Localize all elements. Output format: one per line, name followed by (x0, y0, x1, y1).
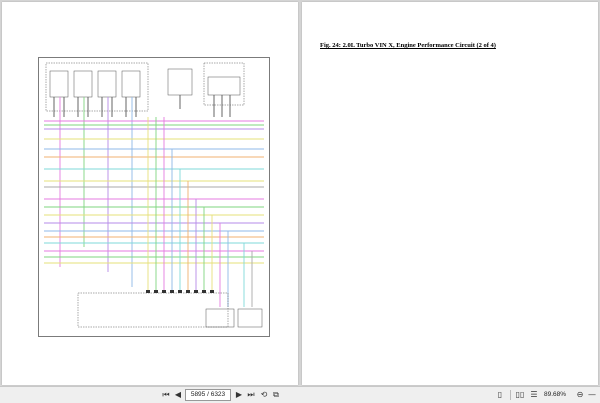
document-viewport[interactable]: Fig. 24: 2.0L Turbo VIN X, Engine Perfor… (0, 0, 600, 385)
wiring-diagram (38, 57, 270, 337)
first-page-icon[interactable]: ⏮ (160, 389, 172, 401)
toolbar-separator (510, 390, 511, 400)
continuous-view-icon[interactable]: ☰ (528, 389, 540, 401)
single-page-view-icon[interactable]: ▯ (494, 389, 506, 401)
fit-page-icon[interactable]: ⧉ (270, 389, 282, 401)
page-number-input[interactable]: 5895 / 6323 (185, 389, 231, 401)
rotate-icon[interactable]: ⟲ (258, 389, 270, 401)
zoom-level: 89.68% (544, 391, 567, 398)
zoom-in-icon[interactable]: — (586, 389, 598, 401)
two-page-view-icon[interactable]: ▯▯ (514, 389, 526, 401)
next-page-icon[interactable]: ▶ (233, 389, 245, 401)
prev-page-icon[interactable]: ◀ (172, 389, 184, 401)
figure-title: Fig. 24: 2.0L Turbo VIN X, Engine Perfor… (320, 42, 496, 49)
bottom-toolbar: ⏮ ◀ 5895 / 6323 ▶ ⏭ ⟲ ⧉ ▯ ▯▯ ☰ 89.68% ⊖ … (0, 386, 600, 403)
last-page-icon[interactable]: ⏭ (245, 389, 257, 401)
page-left (2, 2, 298, 385)
zoom-out-icon[interactable]: ⊖ (574, 389, 586, 401)
page-right: Fig. 24: 2.0L Turbo VIN X, Engine Perfor… (302, 2, 598, 385)
